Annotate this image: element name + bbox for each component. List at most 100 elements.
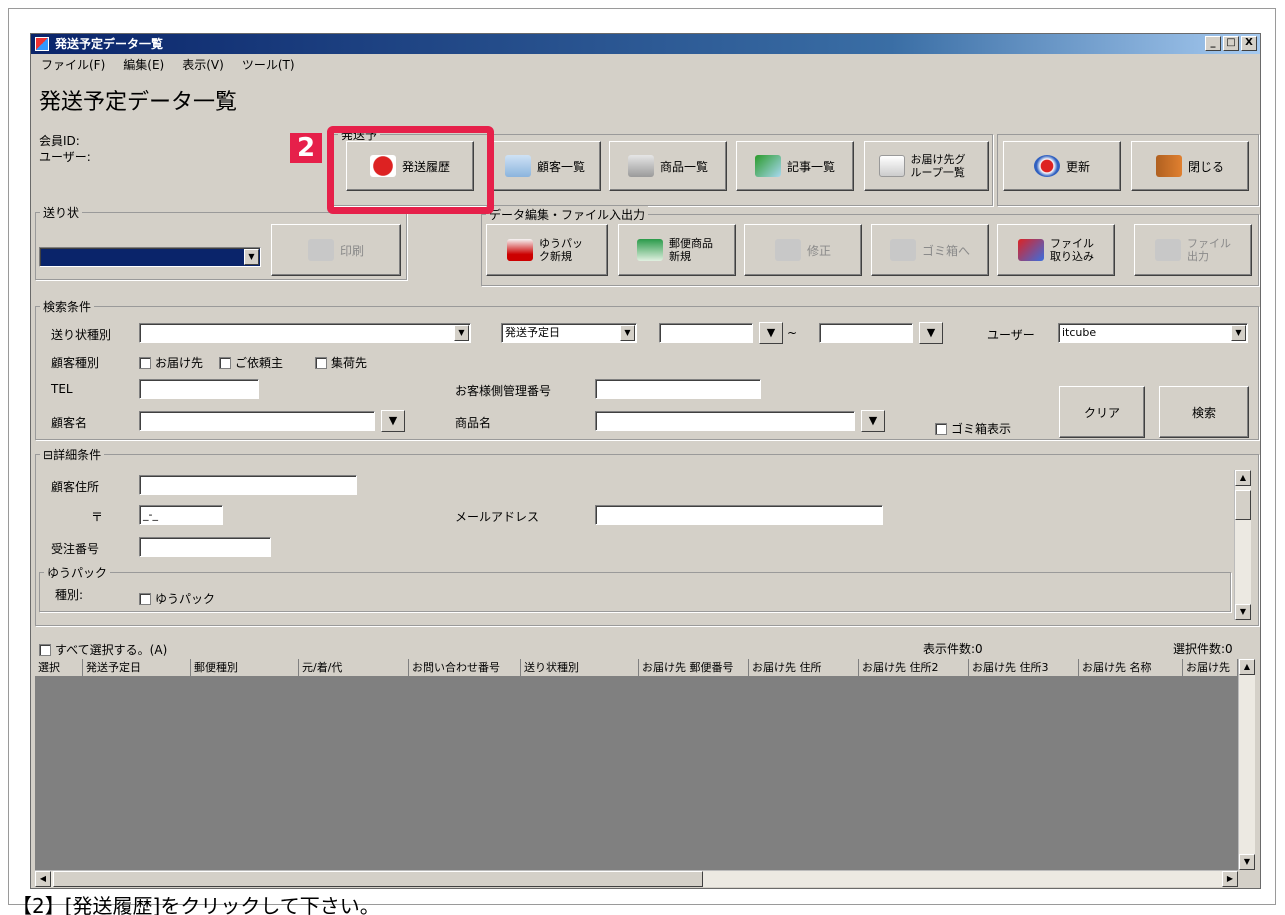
scroll-up-icon[interactable]: ▲ [1239,659,1255,675]
col-tracking-no[interactable]: お問い合わせ番号 [409,659,521,676]
order-no-label: 受注番号 [51,542,100,556]
yupack-new-button[interactable]: ゆうパック新規 [486,224,608,276]
file-export-button[interactable]: ファイル出力 [1134,224,1252,276]
zip-input[interactable]: _-_ [139,505,223,525]
date-from-picker-icon[interactable]: ▼ [759,322,783,344]
delivery-groups-button[interactable]: お届け先グループ一覧 [864,141,989,191]
chevron-down-icon[interactable]: ▼ [620,325,635,341]
scroll-up-icon[interactable]: ▲ [1235,470,1251,486]
col-delivery-address2[interactable]: お届け先 住所2 [859,659,969,676]
search-button[interactable]: 検索 [1159,386,1249,438]
maximize-button[interactable]: □ [1223,36,1239,51]
user-select[interactable]: itcube ▼ [1058,323,1248,343]
products-button[interactable]: 商品一覧 [609,141,727,191]
checkbox-pickup[interactable]: 集荷先 [315,354,367,371]
clear-button[interactable]: クリア [1059,386,1145,438]
product-name-input[interactable] [595,411,855,431]
customer-name-dropdown-icon[interactable]: ▼ [381,410,405,432]
exit-door-icon [1155,155,1182,177]
member-id-label: 会員ID: [39,134,80,148]
checkbox-yupack-label: ゆうパック [155,592,216,606]
checkbox-box[interactable] [139,592,151,605]
col-ship-date[interactable]: 発送予定日 [83,659,191,676]
menu-edit[interactable]: 編集(E) [123,54,164,76]
product-name-dropdown-icon[interactable]: ▼ [861,410,885,432]
print-button[interactable]: 印刷 [271,224,401,276]
label-group-label: 送り状 [40,204,83,221]
col-select[interactable]: 選択 [35,659,83,676]
checkbox-box[interactable] [219,356,231,369]
checkbox-box[interactable] [315,356,327,369]
checkbox-delivery-label: お届け先 [155,356,204,370]
grid-horizontal-scrollbar[interactable]: ◀ ▶ [35,870,1238,887]
label-type-select[interactable]: ▼ [139,323,471,343]
export-icon [1155,239,1181,261]
col-delivery-zip[interactable]: お届け先 郵便番号 [639,659,749,676]
edit-button-label: 修正 [806,243,831,258]
date-from-input[interactable] [659,323,753,343]
col-delivery-address[interactable]: お届け先 住所 [749,659,859,676]
file-import-button[interactable]: ファイル取り込み [997,224,1115,276]
close-button[interactable]: 閉じる [1131,141,1249,191]
checkbox-yupack[interactable]: ゆうパック [139,590,215,607]
customers-button-label: 顧客一覧 [536,159,585,174]
col-delivery-more[interactable]: お届け先 [1183,659,1238,676]
chevron-down-icon[interactable]: ▼ [454,325,469,341]
tel-label: TEL [51,382,73,396]
detail-group-label[interactable]: ⊟詳細条件 [40,446,105,463]
customer-list-icon [504,155,531,177]
checkbox-delivery[interactable]: お届け先 [139,354,203,371]
checkbox-client[interactable]: ご依頼主 [219,354,283,371]
date-type-select[interactable]: 発送予定日 ▼ [501,323,637,343]
page-title: 発送予定データ一覧 [39,90,238,115]
menu-tools[interactable]: ツール(T) [242,54,295,76]
scroll-right-icon[interactable]: ▶ [1222,871,1238,887]
scroll-thumb[interactable] [1235,490,1251,520]
grid-header: 選択 発送予定日 郵便種別 元/着/代 お問い合わせ番号 送り状種別 お届け先 … [35,659,1238,677]
checkbox-box[interactable] [39,643,51,656]
email-input[interactable] [595,505,883,525]
highlight-box [327,126,494,214]
menu-view[interactable]: 表示(V) [182,54,224,76]
scroll-thumb[interactable] [53,871,703,887]
customers-button[interactable]: 顧客一覧 [489,141,601,191]
date-to-picker-icon[interactable]: ▼ [919,322,943,344]
detail-scrollbar[interactable]: ▲ ▼ [1234,470,1251,620]
mgmt-no-input[interactable] [595,379,761,399]
menu-file[interactable]: ファイル(F) [41,54,105,76]
scroll-down-icon[interactable]: ▼ [1235,604,1251,620]
address-label: 顧客住所 [51,480,100,494]
postal-new-label: 郵便商品新規 [669,237,713,263]
checkbox-show-trash[interactable]: ゴミ箱表示 [935,420,1011,437]
address-input[interactable] [139,475,357,495]
scroll-down-icon[interactable]: ▼ [1239,854,1255,870]
label-select[interactable]: ▼ [39,247,261,267]
refresh-button[interactable]: 更新 [1003,141,1121,191]
col-delivery-name[interactable]: お届け先 名称 [1079,659,1183,676]
customer-type-label: 顧客種別 [51,356,100,370]
col-payment-type[interactable]: 元/着/代 [299,659,409,676]
scroll-left-icon[interactable]: ◀ [35,871,51,887]
articles-button[interactable]: 記事一覧 [736,141,854,191]
edit-button[interactable]: 修正 [744,224,862,276]
close-window-button[interactable]: X [1241,36,1257,51]
col-label-type[interactable]: 送り状種別 [521,659,639,676]
postal-new-button[interactable]: 郵便商品新規 [618,224,736,276]
search-button-label: 検索 [1191,405,1216,420]
select-all-checkbox[interactable]: すべて選択する。(A) [39,641,167,658]
chevron-down-icon[interactable]: ▼ [1231,325,1246,341]
checkbox-box[interactable] [935,422,947,435]
col-delivery-address3[interactable]: お届け先 住所3 [969,659,1079,676]
tel-input[interactable] [139,379,259,399]
mgmt-no-label: お客様側管理番号 [455,384,552,398]
date-to-input[interactable] [819,323,913,343]
minimize-button[interactable]: _ [1205,36,1221,51]
chevron-down-icon[interactable]: ▼ [244,249,259,265]
col-postal-type[interactable]: 郵便種別 [191,659,299,676]
grid-vertical-scrollbar[interactable]: ▲ ▼ [1238,659,1255,870]
customer-name-input[interactable] [139,411,375,431]
data-grid-body[interactable] [35,677,1238,870]
checkbox-box[interactable] [139,356,151,369]
trash-button[interactable]: ゴミ箱へ [871,224,989,276]
order-no-input[interactable] [139,537,271,557]
